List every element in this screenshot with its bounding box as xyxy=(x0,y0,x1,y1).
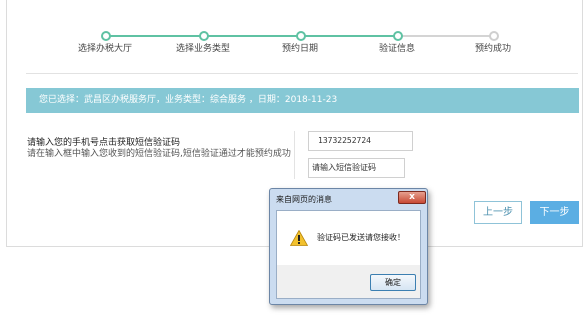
step-dot xyxy=(489,31,499,41)
prev-step-button[interactable]: 上一步 xyxy=(474,201,522,224)
dialog-message: 验证码已发送请您接收！ xyxy=(317,233,405,242)
step-label: 选择办税大厅 xyxy=(77,44,132,54)
step-label: 预约日期 xyxy=(281,44,318,54)
step-label: 预约成功 xyxy=(474,44,511,54)
next-step-button[interactable]: 下一步 xyxy=(530,201,579,224)
step-label: 选择业务类型 xyxy=(175,44,230,54)
close-icon: x xyxy=(409,192,415,202)
progress-line-pending xyxy=(400,35,495,37)
sms-code-input[interactable]: 请输入短信验证码 xyxy=(308,158,405,178)
dialog-body: 验证码已发送请您接收！ 确定 xyxy=(276,210,421,299)
divider xyxy=(26,73,578,74)
step-label: 验证信息 xyxy=(378,44,415,54)
instruction-text: 请在输入框中输入您收到的短信验证码,短信验证通过才能预约成功 xyxy=(27,149,291,159)
dialog-footer: 确定 xyxy=(277,265,420,298)
ok-button[interactable]: 确定 xyxy=(370,274,416,291)
instruction-title: 请输入您的手机号点击获取短信验证码 xyxy=(27,138,181,148)
step-dot xyxy=(101,31,111,41)
dialog-title: 来自网页的消息 xyxy=(276,195,332,204)
step-dot xyxy=(393,31,403,41)
step-dot xyxy=(199,31,209,41)
close-button[interactable]: x xyxy=(398,191,426,204)
progress-line-done xyxy=(105,35,400,37)
step-dot xyxy=(296,31,306,41)
phone-input[interactable]: 13732252724 xyxy=(308,131,413,151)
warning-icon xyxy=(290,230,308,246)
selection-info-bar: 您已选择：武昌区办税服务厅，业务类型：综合服务 ，日期：2018-11-23 xyxy=(26,88,579,113)
alert-dialog: 来自网页的消息 x 验证码已发送请您接收！ 确定 xyxy=(269,188,428,305)
form-separator xyxy=(294,131,295,179)
